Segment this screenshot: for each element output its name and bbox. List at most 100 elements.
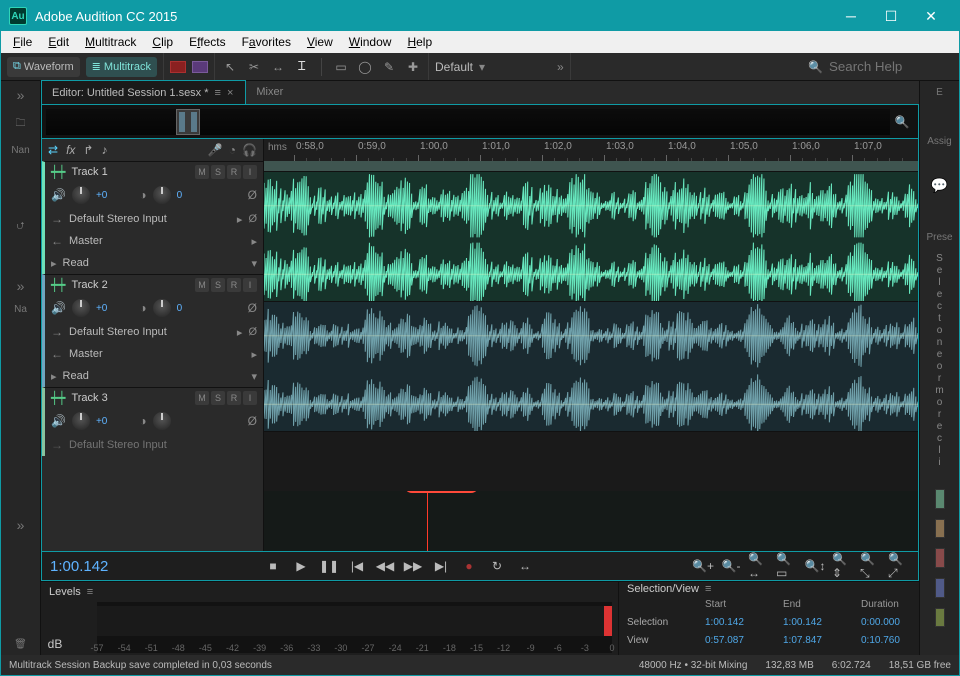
import-icon[interactable]: ⮍ (10, 216, 32, 238)
mute-button[interactable]: M (195, 278, 209, 292)
expand-files-panel[interactable]: » (17, 87, 25, 103)
solo-button[interactable]: S (211, 391, 225, 405)
volume-knob[interactable] (72, 412, 90, 430)
expand-bottom-panel[interactable]: » (17, 517, 25, 533)
chat-icon[interactable]: 💬 (931, 177, 948, 194)
color-swatch[interactable] (935, 519, 945, 539)
send-icon[interactable]: ↱ (83, 143, 93, 157)
close-button[interactable]: ✕ (911, 1, 951, 31)
menu-window[interactable]: Window (341, 31, 400, 53)
zoom-out-v-button[interactable]: 🔍⇕ (832, 555, 854, 577)
selection-end[interactable]: 1:00.142 (783, 617, 853, 633)
pitch-display-button[interactable] (192, 61, 208, 73)
brush-tool[interactable]: ✎ (380, 58, 398, 76)
view-end[interactable]: 1:07.847 (783, 635, 853, 651)
move-tool[interactable]: ↖ (221, 58, 239, 76)
input-monitor-button[interactable]: I (243, 278, 257, 292)
pan-knob[interactable] (153, 186, 171, 204)
zoom-out-point-button[interactable]: 🔍⤢ (888, 555, 910, 577)
mic-mute-icon[interactable]: 🎤 (208, 143, 223, 157)
view-start[interactable]: 0:57.087 (705, 635, 775, 651)
monitor-icon[interactable]: 🎧 (242, 143, 257, 157)
pan-knob[interactable] (153, 412, 171, 430)
zoom-full-button[interactable]: 🔍↔ (748, 555, 770, 577)
timeline[interactable]: hms 0:58,00:59,01:00,01:01,01:02,01:03,0… (264, 139, 918, 551)
menu-clip[interactable]: Clip (144, 31, 181, 53)
razor-tool[interactable]: ✂ (245, 58, 263, 76)
zoom-fit-icon[interactable]: 🔍 (890, 115, 914, 129)
track-name[interactable]: Track 3 (71, 392, 107, 404)
menu-edit[interactable]: Edit (40, 31, 77, 53)
maximize-button[interactable]: ☐ (871, 1, 911, 31)
menu-help[interactable]: Help (399, 31, 440, 53)
tab-close-icon[interactable]: × (227, 87, 233, 99)
solo-button[interactable]: S (211, 165, 225, 179)
input-dropdown[interactable]: Default Stereo Input (69, 326, 167, 338)
zoom-out-h-button[interactable]: 🔍- (720, 555, 742, 577)
record-arm-button[interactable]: R (227, 278, 241, 292)
time-selection-tool[interactable]: Ꮖ (293, 58, 311, 76)
expand-effects-panel[interactable]: » (17, 278, 25, 294)
marquee-tool[interactable]: ▭ (332, 58, 350, 76)
fast-forward-button[interactable]: ▶▶ (402, 555, 424, 577)
view-waveform-button[interactable]: ⧉ Waveform (7, 57, 80, 77)
tab-mixer[interactable]: Mixer (246, 80, 295, 104)
clip-indicator[interactable] (604, 606, 612, 636)
view-multitrack-button[interactable]: ≣ Multitrack (86, 57, 157, 77)
color-swatch[interactable] (935, 578, 945, 598)
menu-multitrack[interactable]: Multitrack (77, 31, 144, 53)
waveform-track-2[interactable] (264, 301, 918, 431)
eq-icon[interactable]: ♪ (101, 143, 107, 157)
track-fx-toggle[interactable]: Ø (248, 188, 257, 202)
track-name[interactable]: Track 1 (71, 166, 107, 178)
panel-shortcut-e[interactable]: E (936, 87, 943, 98)
input-dropdown[interactable]: Default Stereo Input (69, 213, 167, 225)
color-swatch[interactable] (935, 489, 945, 509)
fx-icon[interactable]: fx (66, 143, 75, 157)
panel-shortcut-assignments[interactable]: Assig (927, 136, 951, 147)
pause-button[interactable]: ❚❚ (318, 555, 340, 577)
rewind-button[interactable]: ◀◀ (374, 555, 396, 577)
menu-file[interactable]: File (5, 31, 40, 53)
loop-button[interactable]: ↻ (486, 555, 508, 577)
automation-dropdown[interactable]: Read (63, 370, 89, 382)
input-monitor-button[interactable]: I (243, 391, 257, 405)
stop-button[interactable]: ■ (262, 555, 284, 577)
panel-shortcut-presets[interactable]: Prese (926, 232, 952, 243)
menu-effects[interactable]: Effects (181, 31, 233, 53)
zoom-selection-button[interactable]: 🔍▭ (776, 555, 798, 577)
record-arm-button[interactable]: R (227, 165, 241, 179)
time-ruler[interactable]: hms 0:58,00:59,01:00,01:01,01:02,01:03,0… (264, 139, 918, 161)
overview-strip[interactable]: 🔍 (41, 105, 919, 139)
automation-dropdown[interactable]: Read (63, 257, 89, 269)
input-monitor-button[interactable]: I (243, 165, 257, 179)
go-to-start-button[interactable]: |◀ (346, 555, 368, 577)
play-button[interactable]: ▶ (290, 555, 312, 577)
record-arm-button[interactable]: R (227, 391, 241, 405)
zoom-in-point-button[interactable]: 🔍⤡ (860, 555, 882, 577)
lasso-tool[interactable]: ◯ (356, 58, 374, 76)
workspace-menu-button[interactable]: » (557, 60, 564, 74)
mute-button[interactable]: M (195, 165, 209, 179)
waveform-track-3[interactable] (264, 431, 918, 491)
color-swatch[interactable] (935, 608, 945, 628)
tab-editor[interactable]: Editor: Untitled Session 1.sesx *≡× (41, 80, 246, 104)
minimize-button[interactable]: ─ (831, 1, 871, 31)
menu-view[interactable]: View (299, 31, 341, 53)
loop-icon[interactable]: ⇄ (48, 143, 58, 157)
spectral-display-button[interactable] (170, 61, 186, 73)
workspace-dropdown[interactable]: Default (435, 60, 473, 74)
skip-selection-button[interactable]: ↔ (514, 555, 536, 577)
output-dropdown[interactable]: Master (69, 348, 103, 360)
menu-favorites[interactable]: Favorites (234, 31, 299, 53)
solo-button[interactable]: S (211, 278, 225, 292)
selection-start[interactable]: 1:00.142 (705, 617, 775, 633)
volume-knob[interactable] (72, 299, 90, 317)
levels-meter[interactable]: -57-54-51-48-45-42-39-36-33-30-27-24-21-… (97, 602, 612, 653)
search-input[interactable] (829, 59, 949, 74)
record-button[interactable]: ● (458, 555, 480, 577)
pan-knob[interactable] (153, 299, 171, 317)
metronome-icon[interactable]: ◔ (229, 143, 236, 157)
volume-knob[interactable] (72, 186, 90, 204)
color-swatch[interactable] (935, 548, 945, 568)
